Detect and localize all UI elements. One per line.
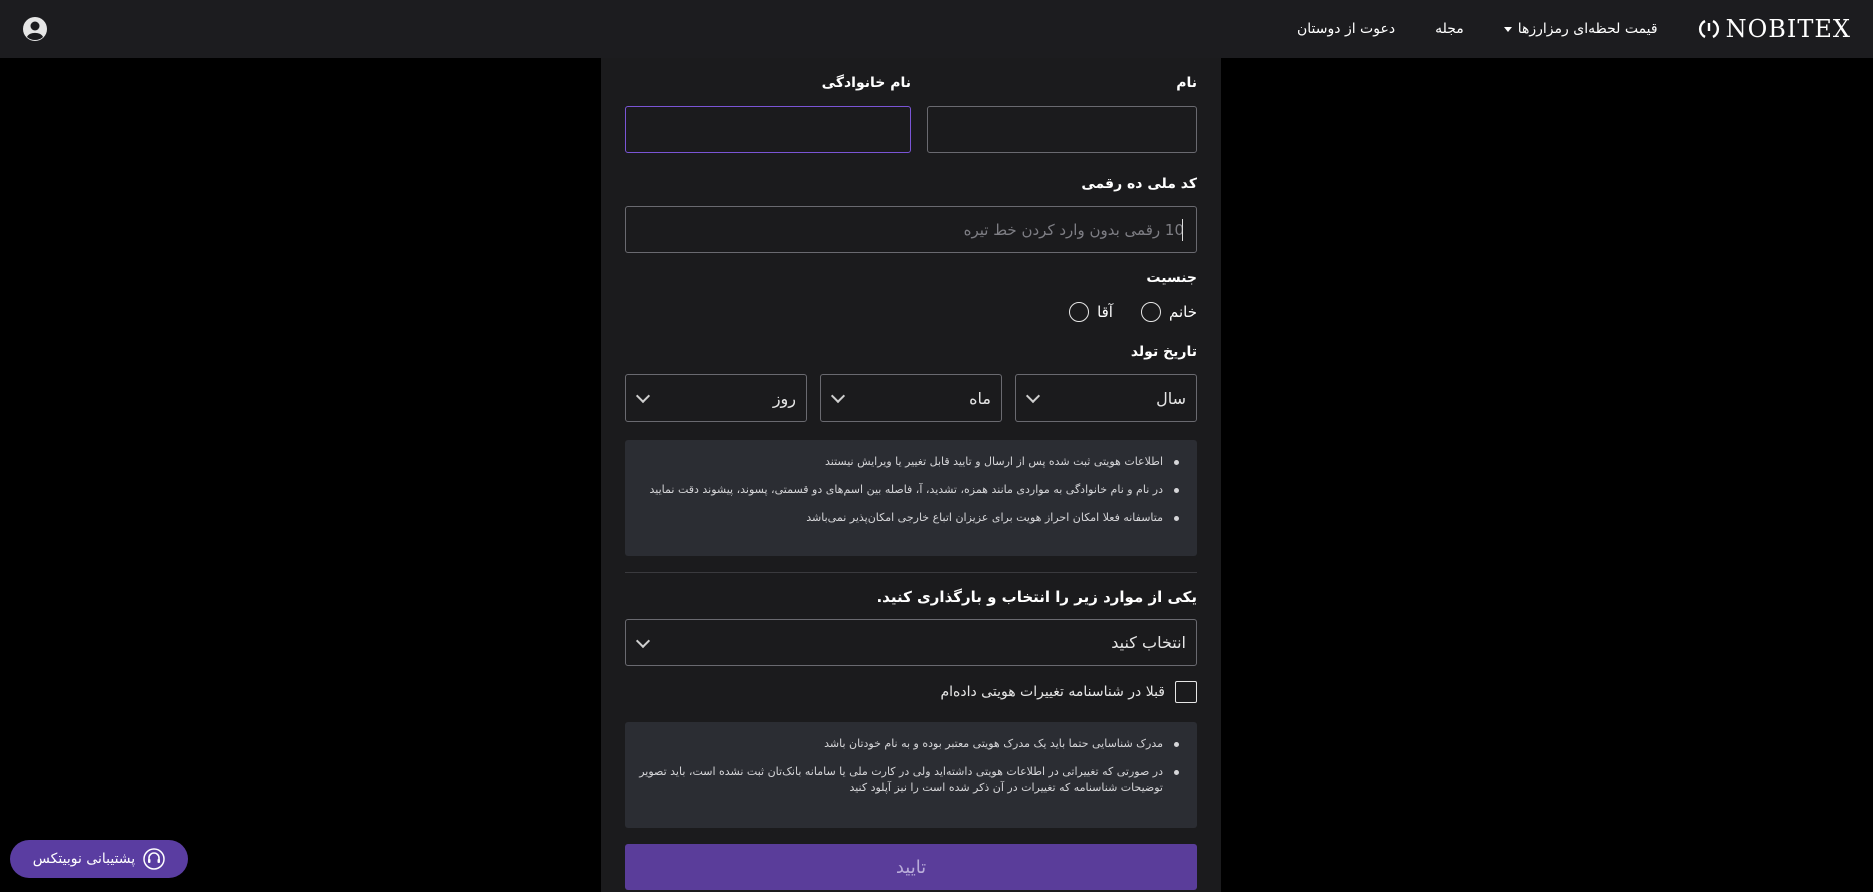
identity-change-checkbox-row[interactable]: قبلا در شناسنامه تغییرات هویتی داده‌ام — [940, 681, 1197, 703]
last-name-label: نام خانوادگی — [821, 75, 911, 91]
main-nav: قیمت لحظه‌ای رمزارزها مجله دعوت از دوستا… — [48, 21, 1658, 37]
birth-day-select[interactable]: روز — [625, 374, 807, 422]
chevron-down-icon — [1025, 388, 1041, 404]
submit-button[interactable]: تایید — [625, 844, 1197, 890]
national-code-label: کد ملی ده رقمی — [1081, 176, 1197, 192]
note-item: مدرک شناسایی حتما باید یک مدرک هویتی معت… — [639, 736, 1183, 752]
birth-month-value: ماه — [969, 388, 991, 408]
note-item: در صورتی که تغییراتی در اطلاعات هویتی دا… — [639, 764, 1183, 796]
document-type-select[interactable]: انتخاب کنید — [625, 619, 1197, 666]
gender-female-label: خانم — [1168, 303, 1197, 321]
national-code-input[interactable] — [626, 207, 1196, 252]
document-notes-box: مدرک شناسایی حتما باید یک مدرک هویتی معت… — [625, 722, 1197, 828]
gender-male-label: آقا — [1097, 303, 1113, 321]
radio-circle-icon[interactable] — [1069, 302, 1090, 322]
caret-down-icon — [1503, 26, 1512, 32]
nav-prices-label: قیمت لحظه‌ای رمزارزها — [1517, 21, 1658, 37]
note-item: متاسفانه فعلا امکان احراز هویت برای عزیز… — [639, 510, 1183, 526]
document-type-value: انتخاب کنید — [1111, 633, 1186, 652]
nav-invite[interactable]: دعوت از دوستان — [1297, 21, 1395, 37]
gender-label: جنسیت — [1146, 270, 1197, 286]
identity-form-panel: نام نام خانوادگی کد ملی ده رقمی جنسیت خا… — [601, 58, 1221, 892]
birth-date-label: تاریخ تولد — [1130, 344, 1197, 360]
first-name-label: نام — [1176, 75, 1197, 91]
support-button[interactable]: پشتیبانی نوبیتکس — [10, 840, 188, 878]
support-label: پشتیبانی نوبیتکس — [32, 851, 136, 867]
gender-male-radio[interactable]: آقا — [1069, 302, 1113, 322]
birth-year-value: سال — [1156, 388, 1186, 408]
identity-change-label: قبلا در شناسنامه تغییرات هویتی داده‌ام — [940, 684, 1165, 700]
nav-invite-label: دعوت از دوستان — [1297, 21, 1396, 37]
identity-notes-box: اطلاعات هویتی ثبت شده پس از ارسال و تایی… — [625, 440, 1197, 556]
last-name-field[interactable] — [625, 106, 911, 153]
note-item: اطلاعات هویتی ثبت شده پس از ارسال و تایی… — [639, 454, 1183, 470]
chevron-down-icon — [830, 388, 846, 404]
last-name-input[interactable] — [626, 107, 910, 152]
identity-change-checkbox[interactable] — [1175, 681, 1197, 703]
chevron-down-icon — [635, 388, 651, 404]
birth-day-value: روز — [772, 388, 796, 408]
text-caret — [1182, 219, 1183, 241]
first-name-input[interactable] — [928, 107, 1196, 152]
nav-magazine[interactable]: مجله — [1435, 21, 1464, 37]
nav-prices[interactable]: قیمت لحظه‌ای رمزارزها — [1503, 21, 1658, 37]
note-item: در نام و نام خانوادگی به مواردی مانند هم… — [639, 482, 1183, 498]
document-section-title: یکی از موارد زیر را انتخاب و بارگذاری کن… — [876, 588, 1197, 606]
radio-circle-icon[interactable] — [1140, 302, 1161, 322]
gender-radio-group: خانم آقا — [1069, 302, 1197, 322]
user-account-icon[interactable] — [22, 16, 48, 42]
national-code-field[interactable] — [625, 206, 1197, 253]
birth-year-select[interactable]: سال — [1015, 374, 1197, 422]
section-divider — [625, 572, 1197, 573]
birth-month-select[interactable]: ماه — [820, 374, 1002, 422]
brand-logo[interactable]: NOBITEX — [1698, 15, 1851, 43]
brand-name: NOBITEX — [1725, 15, 1851, 43]
headset-icon — [143, 848, 165, 870]
chevron-down-icon — [635, 633, 651, 648]
gender-female-radio[interactable]: خانم — [1140, 302, 1197, 322]
top-header: NOBITEX قیمت لحظه‌ای رمزارزها مجله دعوت … — [0, 0, 1873, 58]
first-name-field[interactable] — [927, 106, 1197, 153]
nobitex-logo-icon — [1698, 19, 1719, 39]
nav-magazine-label: مجله — [1435, 21, 1464, 37]
